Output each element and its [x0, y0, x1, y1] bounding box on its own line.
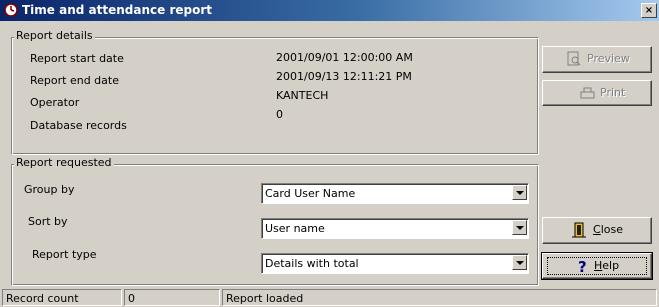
preview-button[interactable]: Preview — [542, 46, 652, 73]
report-start-date-label: Report start date — [30, 52, 124, 65]
record-count-label: Record count — [6, 292, 79, 305]
chevron-down-icon[interactable] — [512, 185, 527, 200]
sort-by-select[interactable]: User name — [261, 218, 529, 239]
operator-label: Operator — [30, 96, 80, 109]
status-bar: Record count 0 Report loaded — [0, 288, 659, 307]
question-mark-icon: ? — [578, 258, 587, 274]
help-label: elp — [602, 259, 620, 272]
close-window-button[interactable]: × — [641, 3, 657, 18]
sort-by-label: Sort by — [28, 215, 68, 228]
record-count-value: 0 — [128, 292, 135, 305]
report-type-label: Report type — [32, 248, 97, 261]
report-start-date-value: 2001/09/01 12:00:00 AM — [276, 51, 413, 64]
group-by-label: Group by — [24, 183, 75, 196]
chevron-down-icon[interactable] — [512, 220, 527, 235]
close-icon: × — [644, 5, 654, 16]
window-title: Time and attendance report — [22, 3, 212, 17]
chevron-down-icon[interactable] — [512, 255, 527, 270]
print-button[interactable]: Print — [542, 80, 652, 106]
report-details-legend: Report details — [14, 29, 95, 42]
close-button[interactable]: Close — [542, 217, 652, 244]
printer-icon — [580, 87, 595, 99]
preview-label: Preview — [587, 52, 630, 65]
status-panel-message: Report loaded — [222, 289, 657, 306]
sort-by-value: User name — [265, 222, 325, 235]
clock-icon — [4, 3, 18, 17]
report-requested-legend: Report requested — [14, 156, 114, 169]
print-label: Print — [600, 86, 626, 99]
preview-icon — [567, 51, 581, 66]
group-by-select[interactable]: Card User Name — [261, 183, 529, 204]
title-bar[interactable]: Time and attendance report × — [0, 0, 659, 21]
report-window: Time and attendance report × Report deta… — [0, 0, 659, 307]
database-records-value: 0 — [276, 108, 283, 121]
group-by-value: Card User Name — [265, 187, 356, 200]
operator-value: KANTECH — [276, 89, 329, 102]
svg-text:?: ? — [578, 258, 587, 274]
close-mnemonic: C — [593, 223, 601, 236]
door-icon — [572, 222, 586, 238]
database-records-label: Database records — [30, 119, 127, 132]
status-panel-count: 0 — [124, 289, 220, 306]
status-message: Report loaded — [226, 292, 304, 305]
close-label: lose — [600, 223, 623, 236]
report-end-date-label: Report end date — [30, 74, 119, 87]
help-button[interactable]: ? Help — [541, 252, 653, 280]
report-type-value: Details with total — [265, 257, 359, 270]
status-panel-label: Record count — [2, 289, 122, 306]
report-end-date-value: 2001/09/13 12:11:21 PM — [276, 70, 412, 83]
report-type-select[interactable]: Details with total — [261, 253, 529, 274]
